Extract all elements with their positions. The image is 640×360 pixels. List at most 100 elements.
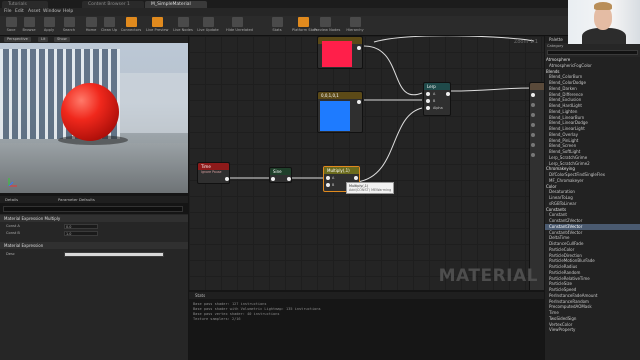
clean-up-label: Clean Up xyxy=(100,28,118,32)
const-a-value: 0.0 xyxy=(66,225,72,229)
const-b-label: Const B xyxy=(6,231,20,235)
palette-search-input[interactable] xyxy=(547,50,638,55)
browse-button[interactable]: Browse xyxy=(18,17,40,35)
sine-node[interactable]: Sine xyxy=(269,167,292,183)
axis-gizmo-icon xyxy=(8,178,17,187)
platform-stats-button[interactable]: Platform Stats xyxy=(292,17,318,35)
wire-output-top xyxy=(373,36,535,43)
multiply-output-pin[interactable] xyxy=(354,176,358,180)
search-button[interactable]: Search xyxy=(58,17,80,35)
presenter-hair xyxy=(594,2,612,10)
red-color-swatch xyxy=(322,41,352,67)
live-preview-icon xyxy=(151,17,163,27)
show-button[interactable]: Show xyxy=(54,37,70,42)
stats-button[interactable]: Stats xyxy=(266,17,288,35)
lerp-pin-a[interactable] xyxy=(426,92,430,96)
preview-nodes-button[interactable]: Preview Nodes xyxy=(314,17,340,35)
hierarchy-icon xyxy=(349,17,361,27)
menu-window[interactable]: Window xyxy=(43,9,61,14)
output-opacity-pin[interactable] xyxy=(531,143,535,147)
material-preview-viewport[interactable] xyxy=(0,43,188,193)
connectors-button[interactable]: Connectors xyxy=(120,17,142,35)
const-a-row: Const A 0.0 xyxy=(0,223,188,230)
output-emissive-pin[interactable] xyxy=(531,133,535,137)
live-update-label: Live Update xyxy=(197,28,219,32)
live-update-button[interactable]: Live Update xyxy=(197,17,219,35)
window-tab-strip: Tutorials Content Browser 1 M_SimpleMate… xyxy=(0,0,640,8)
lerp-node[interactable]: Lerp A B Alpha xyxy=(423,82,451,116)
vector-node-red[interactable] xyxy=(317,36,363,69)
hide-unrelated-button[interactable]: Hide Unrelated xyxy=(226,17,253,35)
sine-output-pin[interactable] xyxy=(287,177,291,181)
desc-row: Desc xyxy=(0,251,188,258)
live-nodes-label: Live Nodes xyxy=(173,28,193,32)
perspective-button[interactable]: Perspective xyxy=(4,37,31,42)
material-output-node[interactable] xyxy=(529,82,544,290)
stats-tab[interactable]: Stats xyxy=(195,293,205,298)
lerp-output-pin[interactable] xyxy=(446,92,450,96)
stats-panel: Base pass shader: 127 instructions Base … xyxy=(189,299,544,360)
clean-up-button[interactable]: Clean Up xyxy=(98,17,120,35)
preview-sphere xyxy=(61,83,119,141)
live-nodes-icon xyxy=(177,17,189,27)
vector-node-blue[interactable]: 0,0,1,0,1 xyxy=(317,91,363,133)
palette-search-area: Category xyxy=(545,43,640,57)
output-normal-pin[interactable] xyxy=(531,153,535,157)
live-preview-label: Live Preview xyxy=(146,28,169,32)
tab-parameter-defaults[interactable]: Parameter Defaults xyxy=(55,197,98,203)
material-output-title xyxy=(530,83,544,90)
palette-item[interactable]: ViewProperty xyxy=(545,327,640,333)
time-output-pin[interactable] xyxy=(225,177,229,181)
desc-field[interactable] xyxy=(64,252,164,257)
material-graph[interactable]: Zoom 1:1 0,0,1,0,1 Lerp A B Alpha Time I… xyxy=(189,36,544,290)
palette-tab[interactable]: Palette xyxy=(549,37,563,42)
vector-blue-output-pin[interactable] xyxy=(357,100,361,104)
menu-bar: File Edit Asset Window Help xyxy=(0,8,640,16)
output-base-color-pin[interactable] xyxy=(531,93,535,97)
presenter-shirt xyxy=(582,28,626,44)
time-node[interactable]: Time Ignore Pause xyxy=(197,162,230,184)
output-specular-pin[interactable] xyxy=(531,113,535,117)
webcam-overlay xyxy=(568,0,640,44)
const-a-field[interactable]: 0.0 xyxy=(64,224,98,229)
details-search-input[interactable] xyxy=(3,206,183,212)
menu-help[interactable]: Help xyxy=(63,9,73,14)
const-b-field[interactable]: 1.0 xyxy=(64,231,98,236)
const-a-label: Const A xyxy=(6,224,20,228)
apply-icon xyxy=(43,17,55,27)
section-material-expression[interactable]: Material Expression xyxy=(0,242,188,249)
lerp-pin-b[interactable] xyxy=(426,99,430,103)
tooltip-line-2: Add(CONST) MEWarming xyxy=(349,188,392,192)
live-preview-button[interactable]: Live Preview xyxy=(146,17,168,35)
multiply-pin-b[interactable] xyxy=(326,183,330,187)
live-nodes-button[interactable]: Live Nodes xyxy=(172,17,194,35)
tab-material-editor[interactable]: M_SimpleMaterial xyxy=(145,1,207,8)
output-metallic-pin[interactable] xyxy=(531,103,535,107)
lit-button[interactable]: Lit xyxy=(38,37,49,42)
tab-details[interactable]: Details xyxy=(2,197,21,203)
section-material-expression-multiply[interactable]: Material Expression Multiply xyxy=(0,215,188,222)
sine-input-pin[interactable] xyxy=(271,177,275,181)
home-icon xyxy=(85,17,97,27)
wire-lerp-to-output xyxy=(450,87,535,92)
tab-tutorials[interactable]: Tutorials xyxy=(2,1,48,8)
lerp-pin-alpha-label: Alpha xyxy=(433,106,443,110)
menu-edit[interactable]: Edit xyxy=(15,9,24,14)
const-b-row: Const B 1.0 xyxy=(0,230,188,237)
material-watermark: MATERIAL xyxy=(438,266,538,286)
output-roughness-pin[interactable] xyxy=(531,123,535,127)
tab-content-browser[interactable]: Content Browser 1 xyxy=(82,1,144,8)
vector-red-output-pin[interactable] xyxy=(357,46,361,50)
multiply-pin-a[interactable] xyxy=(326,176,330,180)
platform-stats-label: Platform Stats xyxy=(292,28,318,32)
desc-label: Desc xyxy=(6,252,15,256)
stats-label: Stats xyxy=(272,28,282,32)
hierarchy-button[interactable]: Hierarchy xyxy=(344,17,366,35)
menu-asset[interactable]: Asset xyxy=(28,9,40,14)
toolbar: Save Browse Apply Search Home Clean Up C… xyxy=(0,16,640,36)
apply-button[interactable]: Apply xyxy=(38,17,60,35)
menu-file[interactable]: File xyxy=(4,9,12,14)
lerp-pin-alpha[interactable] xyxy=(426,106,430,110)
browse-icon xyxy=(23,17,35,27)
apply-label: Apply xyxy=(43,28,55,32)
